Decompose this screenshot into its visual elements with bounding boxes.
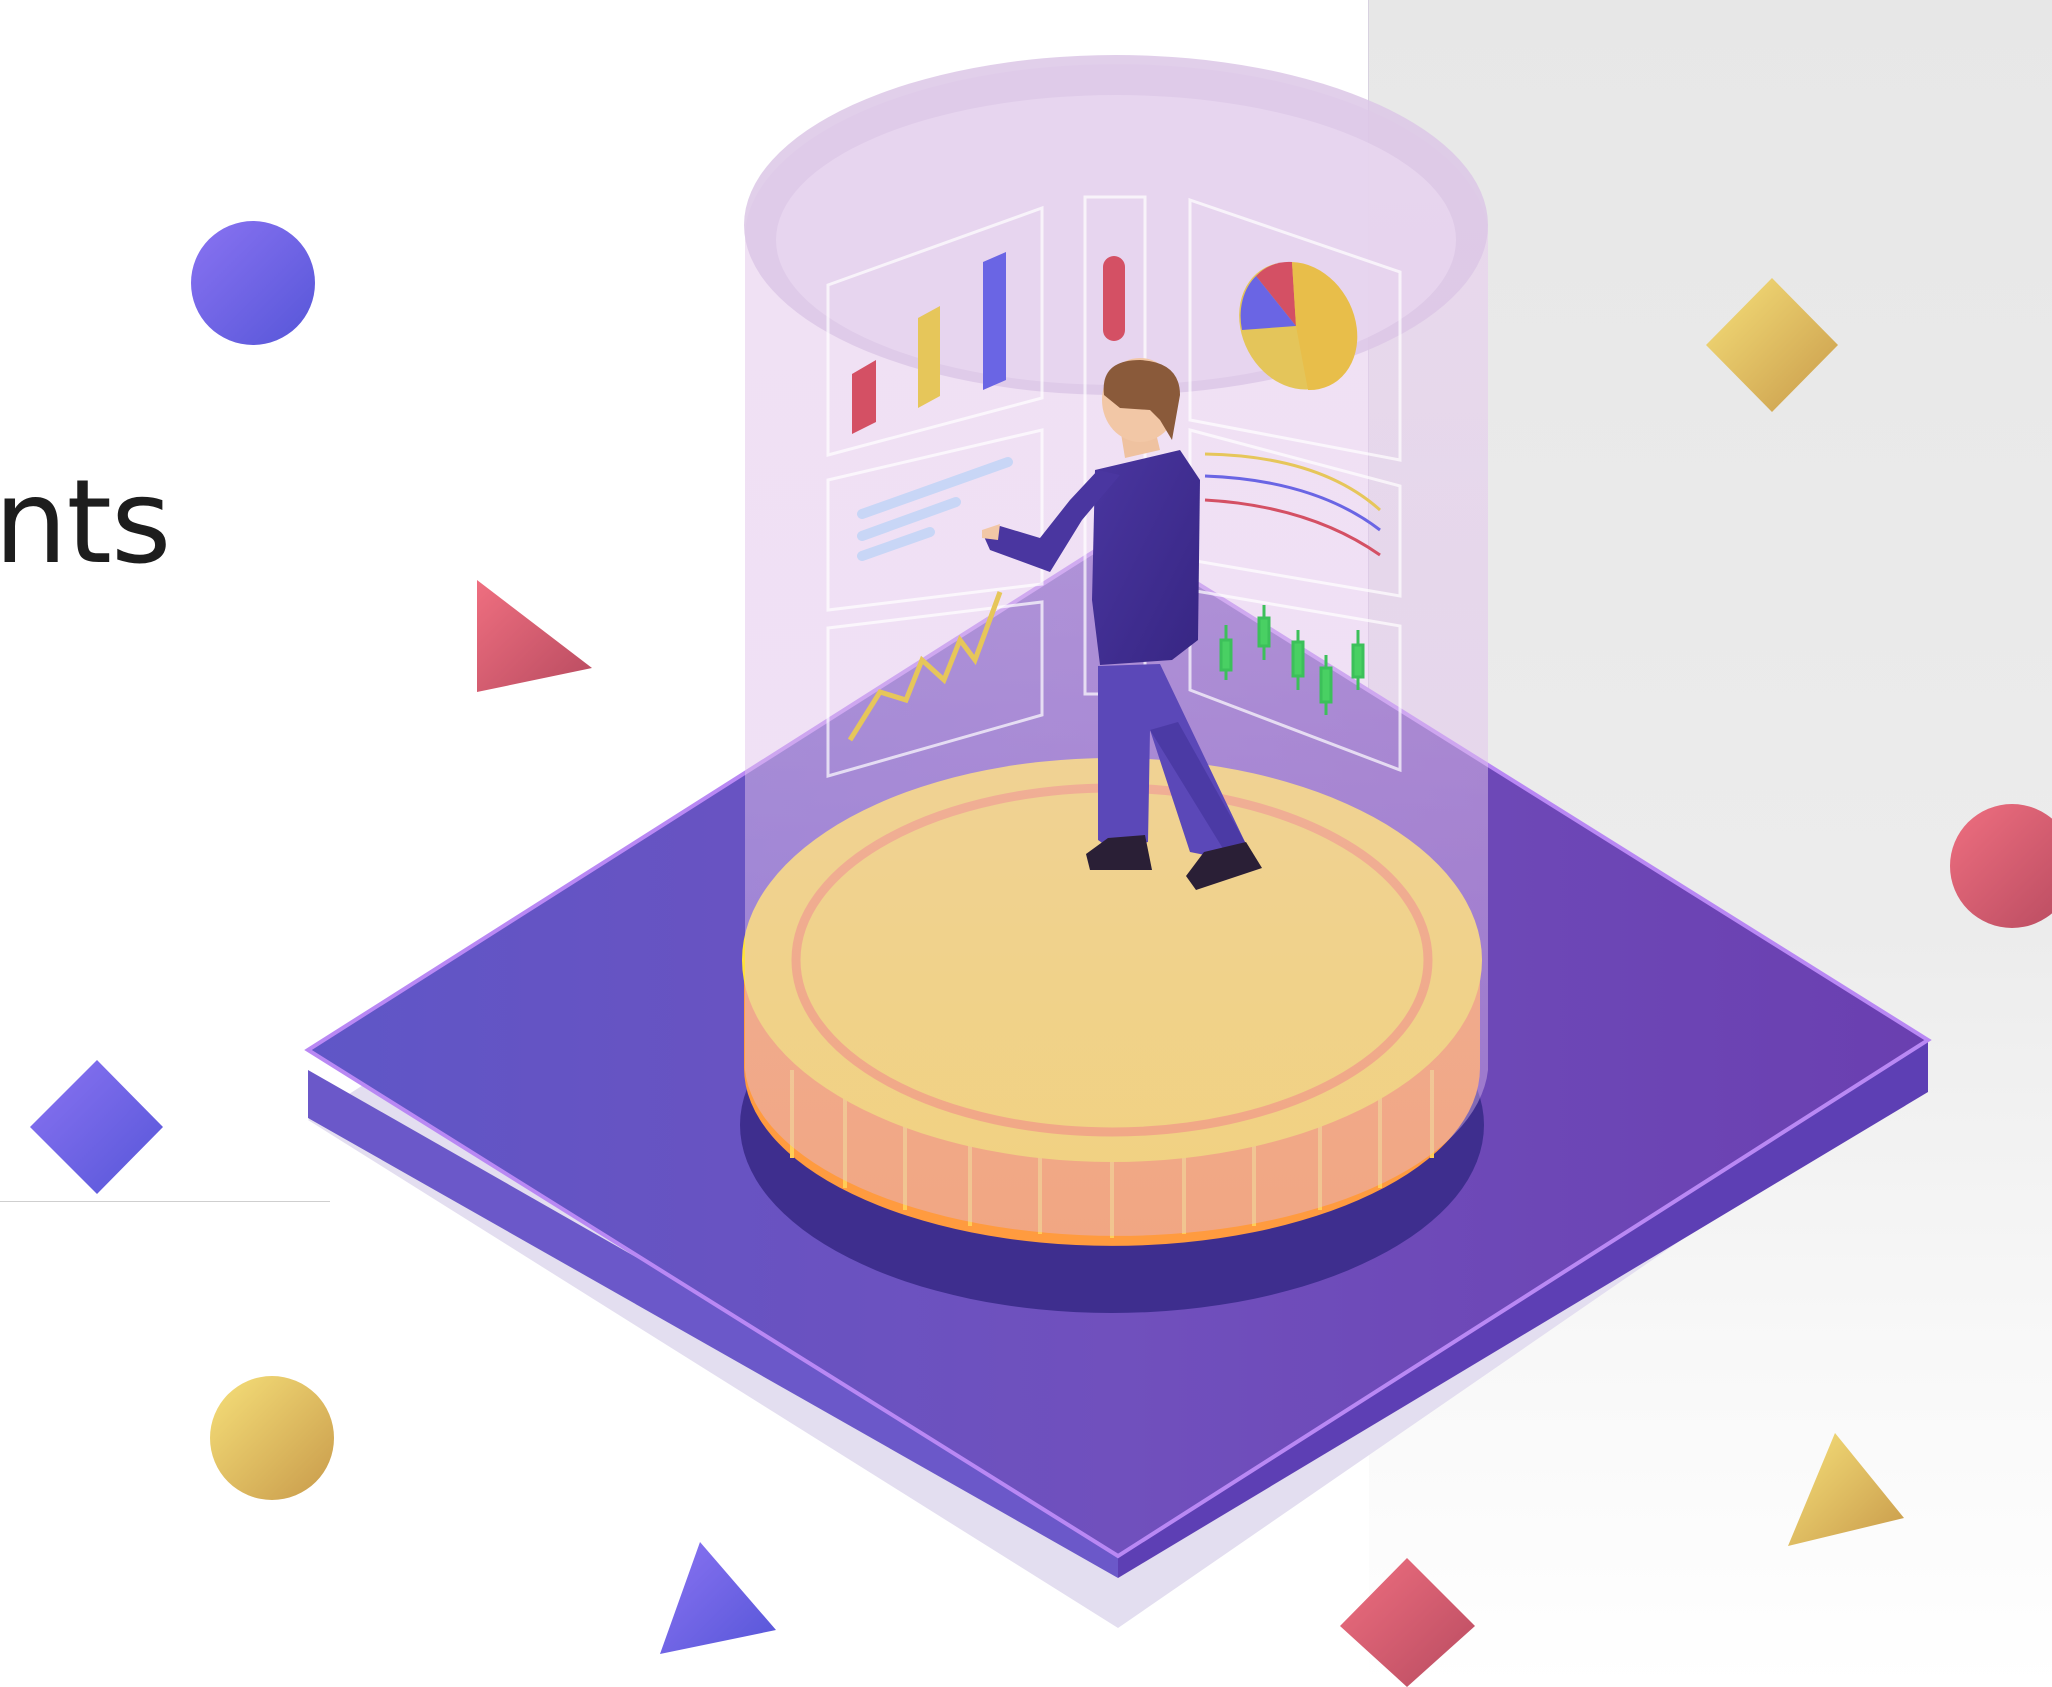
red-triangle-shape bbox=[477, 580, 592, 692]
red-circle-shape bbox=[1950, 804, 2052, 928]
red-diamond-shape bbox=[1340, 1558, 1475, 1687]
finance-illustration bbox=[30, 55, 2052, 1687]
blue-triangle-shape bbox=[660, 1542, 776, 1654]
yellow-triangle-shape bbox=[1788, 1433, 1904, 1546]
yellow-circle-shape bbox=[210, 1376, 334, 1500]
blue-diamond-shape bbox=[30, 1060, 163, 1194]
yellow-diamond-shape bbox=[1706, 278, 1838, 412]
blue-circle-shape bbox=[191, 221, 315, 345]
single-bar-icon bbox=[1103, 256, 1125, 341]
hero-section: nts bbox=[0, 0, 2052, 1687]
